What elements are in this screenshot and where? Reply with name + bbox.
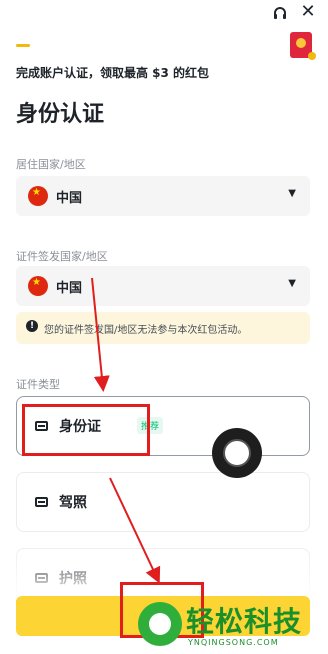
chevron-down-icon: ▼ [288,278,296,289]
license-icon [35,497,48,507]
notification-dot [308,52,316,60]
china-flag-icon [28,276,48,296]
residence-value: 中国 [56,191,83,206]
warning-text: 您的证件签发国/地区无法参与本次红包活动。 [44,325,248,336]
option-label: 驾照 [59,495,87,511]
headset-icon[interactable] [272,6,288,22]
annotation-highlight-id-card [22,404,150,456]
residence-select[interactable]: 中国 ▼ [16,176,310,216]
issuing-value: 中国 [56,281,83,296]
doc-type-label: 证件类型 [16,378,60,391]
top-bar: ✕ [0,0,328,34]
close-button[interactable]: ✕ [298,2,318,22]
issuing-label: 证件签发国家/地区 [16,250,108,263]
chevron-down-icon: ▼ [288,188,296,199]
reward-banner: 完成账户认证，领取最高 $3 的红包 [16,66,210,80]
verification-page: ✕ 完成账户认证，领取最高 $3 的红包 身份认证 居住国家/地区 中国 ▼ 证… [0,0,328,654]
option-drivers-license[interactable]: 驾照 [16,472,310,532]
page-title: 身份认证 [16,102,105,127]
china-flag-icon [28,186,48,206]
red-envelope-icon[interactable] [290,32,316,60]
warning-notice: ! 您的证件签发国/地区无法参与本次红包活动。 [16,312,310,344]
residence-label: 居住国家/地区 [16,158,86,171]
alert-icon: ! [26,320,38,332]
progress-indicator [16,44,30,47]
issuing-select[interactable]: 中国 ▼ [16,266,310,306]
watermark: 轻松科技 YNQINGSONG.COM [138,598,328,654]
watermark-logo-icon [138,602,182,646]
watermark-url: YNQINGSONG.COM [188,638,279,647]
watermark-title: 轻松科技 [186,605,303,638]
assistive-touch-button[interactable] [212,428,262,478]
